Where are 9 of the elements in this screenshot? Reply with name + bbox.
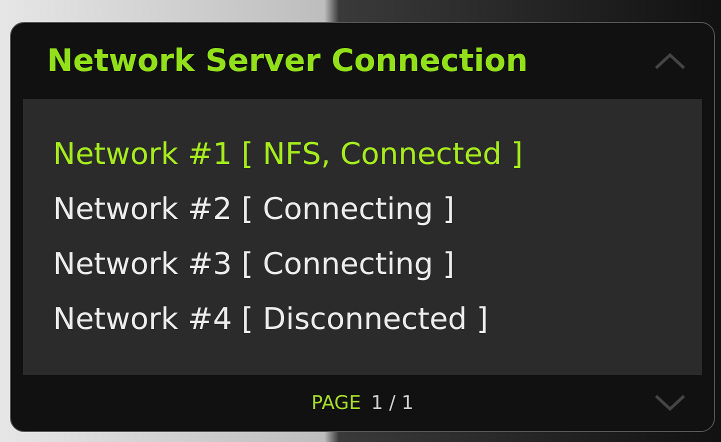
network-item[interactable]: Network #1 [ NFS, Connected ]	[53, 132, 672, 177]
chevron-down-icon[interactable]	[654, 394, 686, 412]
dialog-title: Network Server Connection	[47, 43, 528, 79]
network-item[interactable]: Network #3 [ Connecting ]	[53, 242, 672, 287]
network-item[interactable]: Network #4 [ Disconnected ]	[53, 297, 672, 342]
chevron-up-icon[interactable]	[654, 52, 686, 70]
page-number: 1 / 1	[370, 392, 414, 414]
network-item[interactable]: Network #2 [ Connecting ]	[53, 187, 672, 232]
page-label: PAGE	[311, 392, 361, 414]
